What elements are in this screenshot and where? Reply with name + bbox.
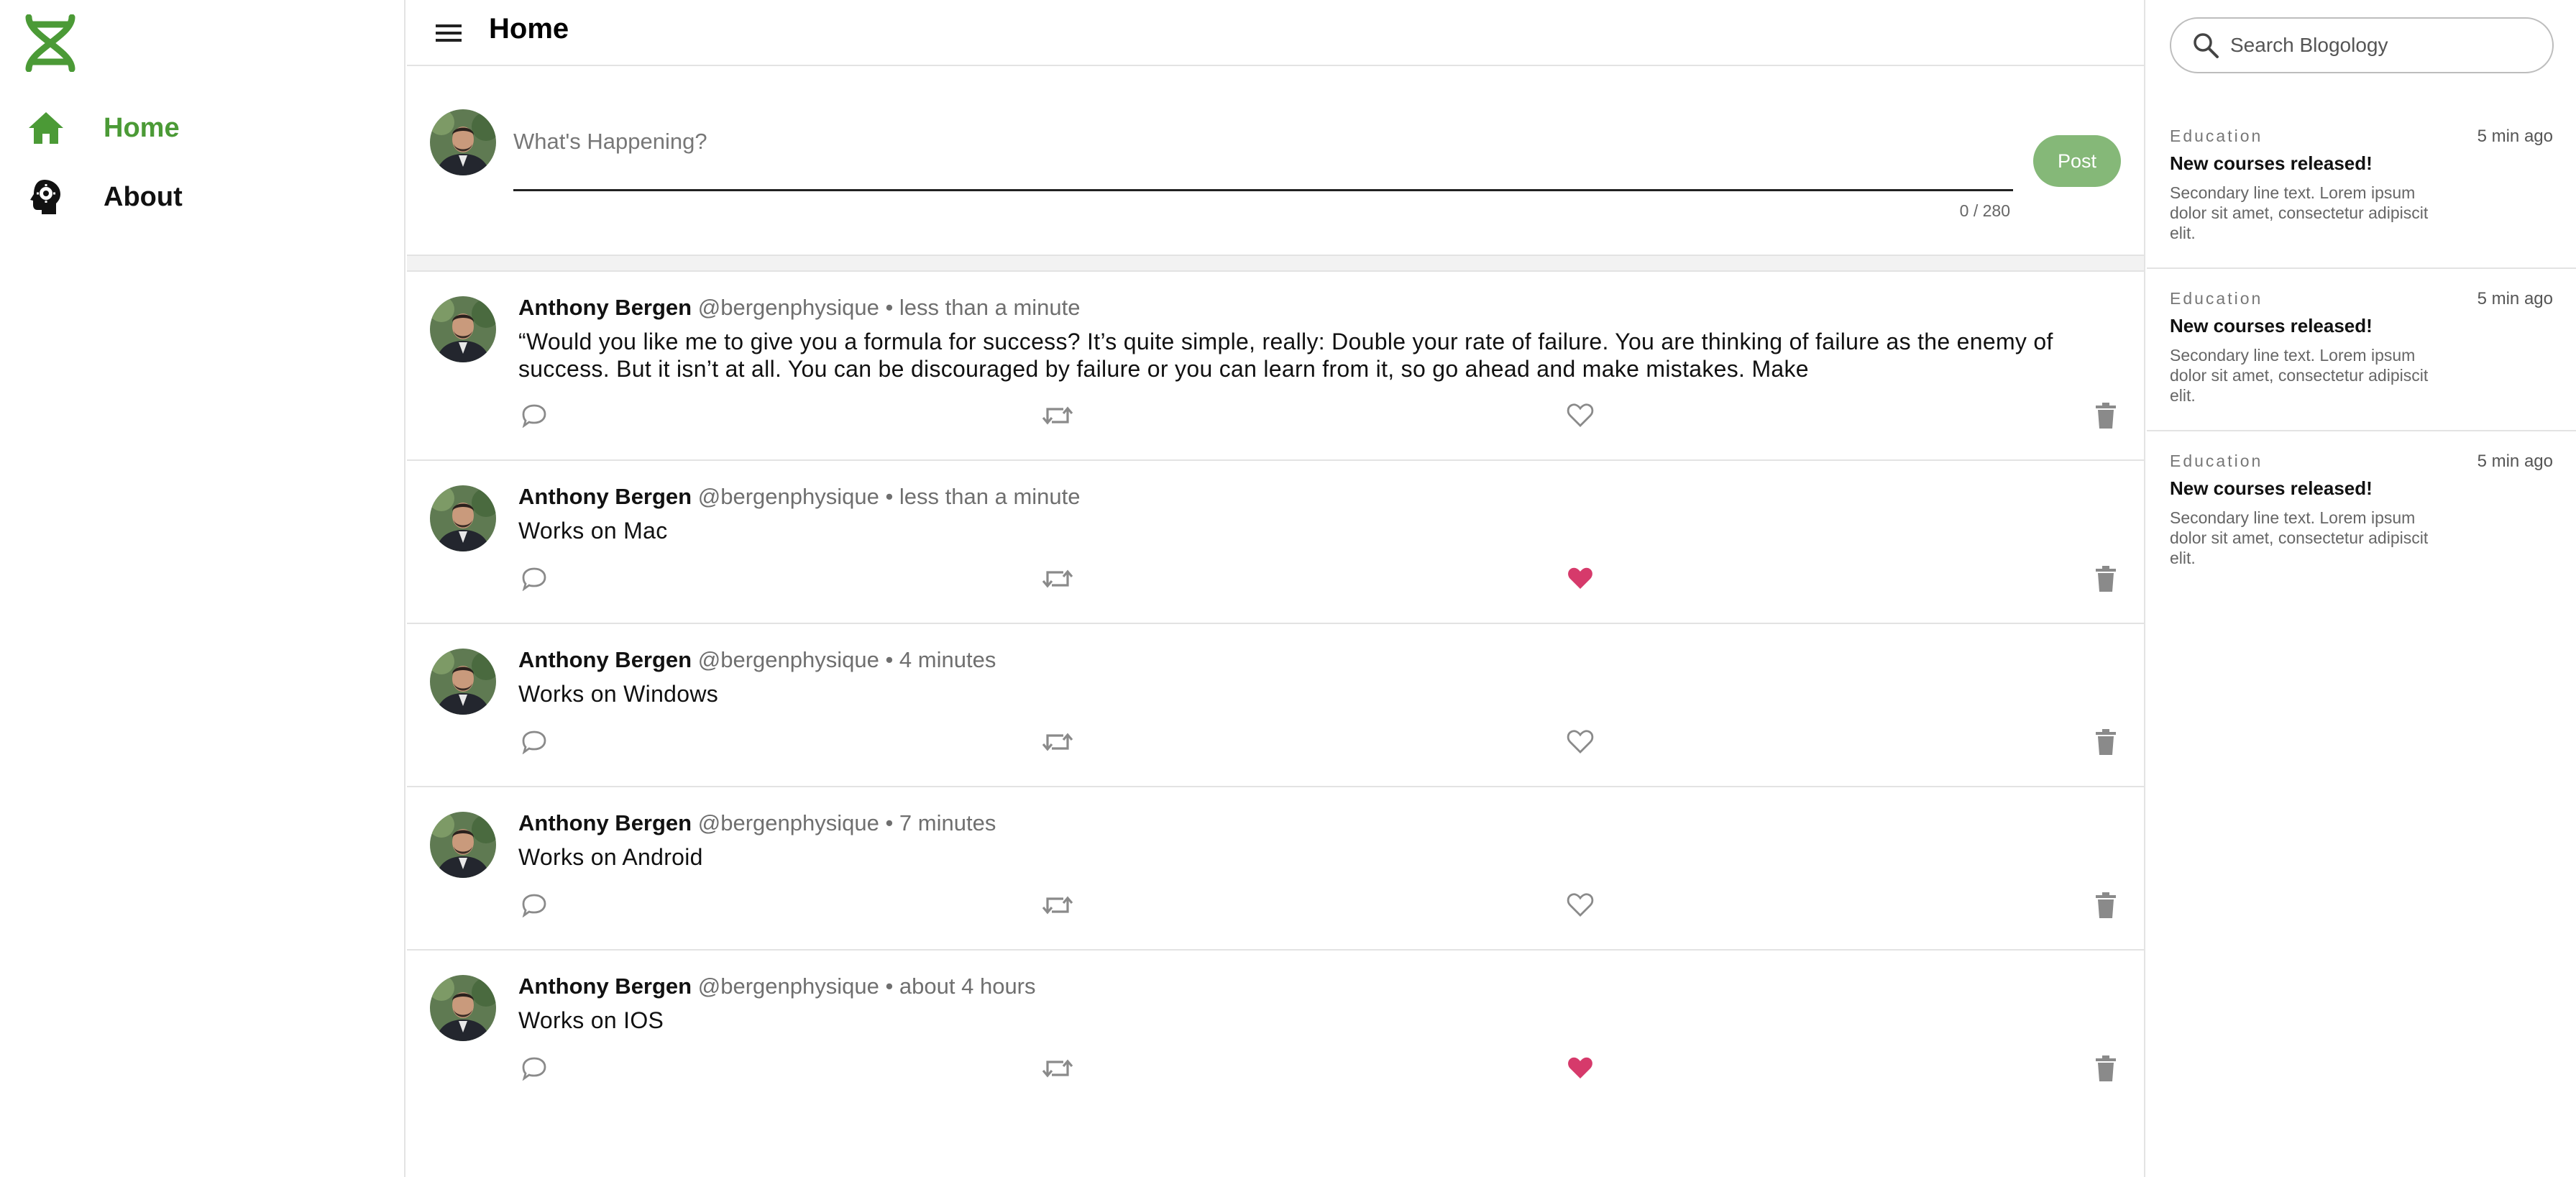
character-counter: 0 / 280 (1959, 201, 2010, 220)
hamburger-menu-icon[interactable] (433, 17, 464, 49)
post-item: Anthony Bergen @bergenphysique • 7 minut… (407, 787, 2144, 951)
section-divider (407, 255, 2144, 272)
avatar[interactable] (430, 296, 496, 362)
reply-icon[interactable] (518, 400, 550, 431)
post-actions (518, 889, 2122, 921)
post-meta: @bergenphysique • less than a minute (697, 484, 1081, 509)
post-item: Anthony Bergen @bergenphysique • about 4… (407, 951, 2144, 1114)
page-title: Home (489, 13, 569, 45)
heart-outline-icon[interactable] (1564, 400, 1596, 431)
head-gear-icon (26, 177, 66, 217)
retweet-icon[interactable] (1042, 563, 1073, 595)
news-body: Secondary line text. Lorem ipsum dolor s… (2170, 346, 2429, 405)
avatar[interactable] (430, 812, 496, 878)
post-actions (518, 563, 2122, 595)
post-actions (518, 1053, 2122, 1084)
reply-icon[interactable] (518, 889, 550, 921)
post-composer: 0 / 280 Post (407, 66, 2144, 255)
news-category: Education (2170, 452, 2263, 470)
news-title: New courses released! (2170, 152, 2373, 174)
post-author[interactable]: Anthony Bergen (518, 974, 692, 999)
post-item: Anthony Bergen @bergenphysique • less th… (407, 272, 2144, 461)
post-text: Works on Mac (518, 518, 668, 544)
reply-icon[interactable] (518, 726, 550, 758)
nav-item-home-label: Home (104, 112, 180, 143)
nav-item-home[interactable]: Home (26, 103, 180, 153)
main-column: Home 0 / 280 Post (407, 0, 2145, 1177)
news-category: Education (2170, 127, 2263, 145)
news-time: 5 min ago (2477, 127, 2553, 146)
post-actions (518, 726, 2122, 758)
trash-icon[interactable] (2090, 889, 2122, 921)
news-item[interactable]: Education 5 min ago New courses released… (2147, 269, 2576, 431)
post-text: Works on Windows (518, 681, 719, 707)
post-text: Works on Android (518, 844, 703, 870)
avatar (430, 109, 496, 175)
post-meta: @bergenphysique • about 4 hours (697, 974, 1036, 999)
dna-logo-icon[interactable] (23, 14, 78, 73)
search-box[interactable] (2170, 17, 2554, 73)
avatar[interactable] (430, 975, 496, 1041)
post-button[interactable]: Post (2033, 135, 2121, 187)
news-title: New courses released! (2170, 315, 2373, 336)
post-header: Anthony Bergen @bergenphysique • less th… (518, 484, 1081, 510)
right-sidebar: Education 5 min ago New courses released… (2147, 0, 2576, 1177)
post-author[interactable]: Anthony Bergen (518, 647, 692, 672)
trash-icon[interactable] (2090, 1053, 2122, 1084)
post-header: Anthony Bergen @bergenphysique • 7 minut… (518, 810, 996, 836)
post-feed: Anthony Bergen @bergenphysique • less th… (407, 272, 2144, 1114)
post-item: Anthony Bergen @bergenphysique • 4 minut… (407, 624, 2144, 787)
home-icon (26, 108, 66, 148)
news-body: Secondary line text. Lorem ipsum dolor s… (2170, 508, 2429, 567)
retweet-icon[interactable] (1042, 400, 1073, 431)
trash-icon[interactable] (2090, 400, 2122, 431)
news-body: Secondary line text. Lorem ipsum dolor s… (2170, 183, 2429, 242)
news-category: Education (2170, 289, 2263, 308)
post-author[interactable]: Anthony Bergen (518, 484, 692, 509)
post-author[interactable]: Anthony Bergen (518, 810, 692, 835)
heart-outline-icon[interactable] (1564, 726, 1596, 758)
retweet-icon[interactable] (1042, 889, 1073, 921)
post-item: Anthony Bergen @bergenphysique • less th… (407, 461, 2144, 624)
news-time: 5 min ago (2477, 289, 2553, 308)
top-bar: Home (407, 0, 2144, 66)
news-item[interactable]: Education 5 min ago New courses released… (2147, 431, 2576, 594)
reply-icon[interactable] (518, 1053, 550, 1084)
post-meta: @bergenphysique • 4 minutes (697, 647, 996, 672)
avatar[interactable] (430, 649, 496, 715)
post-header: Anthony Bergen @bergenphysique • less th… (518, 295, 1081, 321)
reply-icon[interactable] (518, 563, 550, 595)
post-author[interactable]: Anthony Bergen (518, 295, 692, 320)
post-header: Anthony Bergen @bergenphysique • about 4… (518, 974, 1036, 999)
nav-item-about[interactable]: About (26, 172, 183, 222)
search-icon (2190, 29, 2222, 61)
post-text: “Would you like me to give you a formula… (518, 329, 2053, 382)
heart-filled-icon[interactable] (1564, 563, 1596, 595)
nav-item-about-label: About (104, 181, 183, 212)
retweet-icon[interactable] (1042, 726, 1073, 758)
post-meta: @bergenphysique • 7 minutes (697, 810, 996, 835)
news-time: 5 min ago (2477, 452, 2553, 471)
news-title: New courses released! (2170, 477, 2373, 499)
news-item[interactable]: Education 5 min ago New courses released… (2147, 106, 2576, 269)
trash-icon[interactable] (2090, 563, 2122, 595)
post-header: Anthony Bergen @bergenphysique • 4 minut… (518, 647, 996, 673)
compose-input[interactable] (513, 122, 2013, 191)
avatar[interactable] (430, 485, 496, 551)
retweet-icon[interactable] (1042, 1053, 1073, 1084)
heart-outline-icon[interactable] (1564, 889, 1596, 921)
heart-filled-icon[interactable] (1564, 1053, 1596, 1084)
left-sidebar: Home About (0, 0, 405, 1177)
post-meta: @bergenphysique • less than a minute (697, 295, 1081, 320)
trash-icon[interactable] (2090, 726, 2122, 758)
search-input[interactable] (2230, 34, 2532, 57)
post-actions (518, 400, 2122, 431)
post-text: Works on IOS (518, 1007, 664, 1033)
